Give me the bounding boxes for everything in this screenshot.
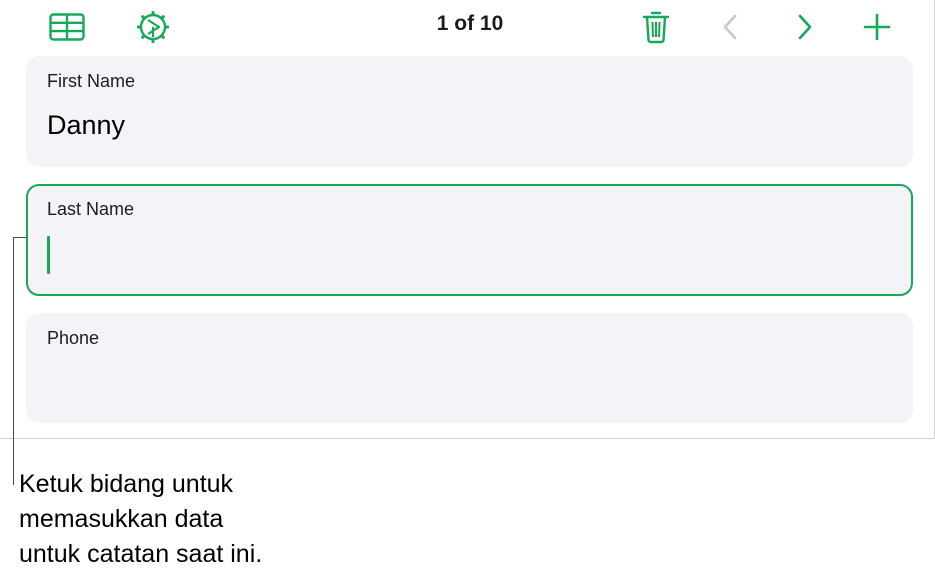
table-grid-icon xyxy=(49,13,85,41)
field-label: Last Name xyxy=(47,199,135,219)
gear-icon xyxy=(137,11,169,43)
chevron-left-icon xyxy=(723,14,737,40)
field-label: Phone xyxy=(47,328,100,348)
add-record-button[interactable] xyxy=(857,8,897,46)
field-value: Danny xyxy=(47,110,126,140)
trash-icon xyxy=(642,11,670,44)
table-view-button[interactable] xyxy=(47,8,87,46)
record-counter: 1 of 10 xyxy=(436,12,504,35)
callout-line-text: untuk catatan saat ini. xyxy=(19,540,263,568)
callout-line xyxy=(13,237,14,485)
last-name-field[interactable]: Last Name xyxy=(26,184,913,296)
callout-line-text: Ketuk bidang untuk xyxy=(19,470,234,498)
next-record-button[interactable] xyxy=(785,8,825,46)
toolbar: 1 of 10 xyxy=(0,0,934,54)
field-label: First Name xyxy=(47,71,136,91)
record-form-window: 1 of 10 First Name Danny Last Name Phone xyxy=(0,0,935,439)
text-cursor xyxy=(47,236,50,274)
previous-record-button[interactable] xyxy=(710,8,750,46)
first-name-field[interactable]: First Name Danny xyxy=(26,56,913,167)
callout-line-text: memasukkan data xyxy=(19,505,224,533)
chevron-right-icon xyxy=(798,14,812,40)
callout-text: Ketuk bidang untuk memasukkan data untuk… xyxy=(19,467,262,572)
plus-icon xyxy=(863,13,891,41)
phone-field[interactable]: Phone xyxy=(26,313,913,423)
settings-button[interactable] xyxy=(133,8,173,46)
delete-record-button[interactable] xyxy=(636,8,676,46)
callout-pointer xyxy=(13,237,27,238)
